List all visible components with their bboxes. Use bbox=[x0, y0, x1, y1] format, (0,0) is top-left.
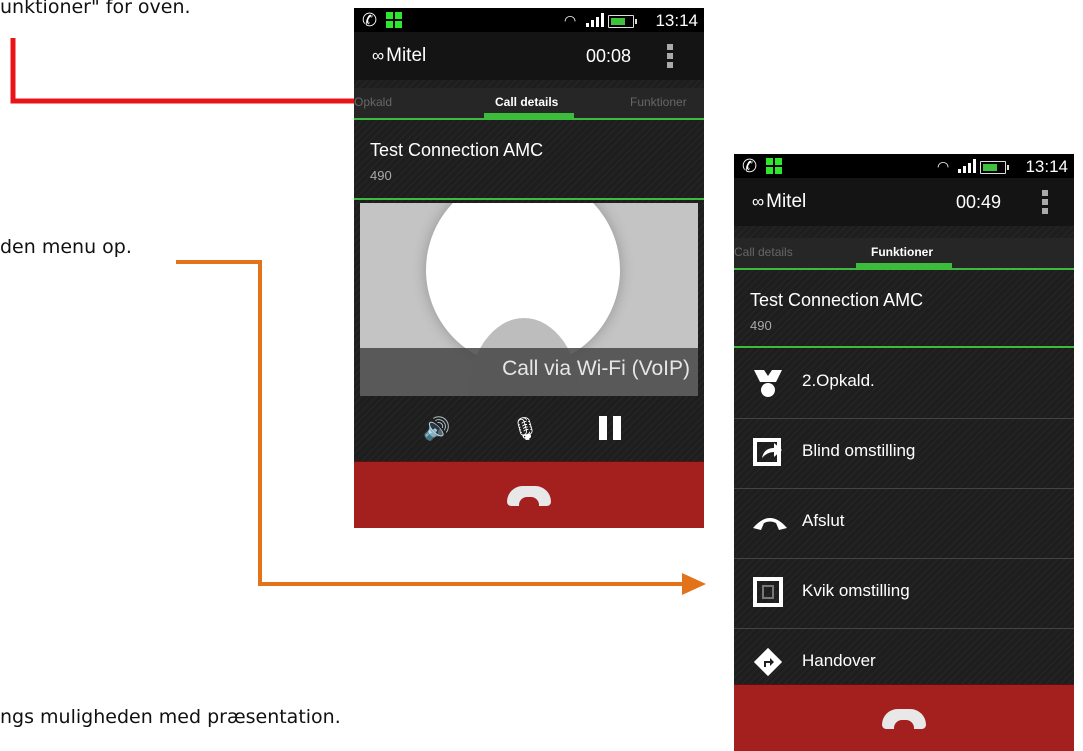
blind-transfer-icon bbox=[752, 436, 784, 468]
wifi-icon: ◠ bbox=[937, 158, 950, 174]
app-grid-icon bbox=[766, 158, 782, 174]
contact-name: Test Connection AMC bbox=[370, 140, 544, 160]
hangup-icon bbox=[752, 506, 787, 538]
battery-icon bbox=[608, 15, 637, 28]
function-label: Blind omstilling bbox=[802, 441, 916, 460]
contact-name: Test Connection AMC bbox=[750, 290, 924, 310]
orange-arrowhead bbox=[682, 573, 706, 595]
overflow-menu-icon[interactable] bbox=[1042, 190, 1048, 217]
mute-mic-icon[interactable]: 🎙 bbox=[510, 414, 540, 444]
status-bar: ✆ ◠ 13:14 bbox=[354, 8, 704, 32]
phone-screen-call-details: ✆ ◠ 13:14 ∞ Mitel 00:08 Opkald Call detai… bbox=[354, 8, 704, 528]
end-call-icon bbox=[882, 708, 926, 729]
phone-icon: ✆ bbox=[362, 10, 378, 30]
tab-call-details[interactable]: Call details bbox=[734, 245, 793, 259]
contact-info: Test Connection AMC 490 bbox=[734, 276, 1074, 348]
function-label: Kvik omstilling bbox=[802, 581, 910, 600]
function-item-hangup[interactable]: Afslut bbox=[734, 488, 1074, 559]
phone-icon: ✆ bbox=[742, 156, 758, 176]
connection-banner: Call via Wi-Fi (VoIP) bbox=[360, 348, 698, 396]
call-timer: 00:49 bbox=[956, 192, 1002, 212]
end-call-button[interactable] bbox=[354, 461, 704, 528]
contact-number: 490 bbox=[370, 168, 392, 183]
contact-info: Test Connection AMC 490 bbox=[354, 126, 704, 200]
overflow-menu-icon[interactable] bbox=[667, 44, 673, 71]
mitel-logo: ∞ Mitel bbox=[372, 45, 427, 66]
wifi-icon: ◠ bbox=[564, 12, 577, 28]
call-controls: 🔊 🎙 bbox=[354, 398, 704, 460]
pause-icon[interactable] bbox=[595, 414, 625, 444]
handover-icon bbox=[752, 646, 784, 678]
status-time: 13:14 bbox=[655, 11, 698, 30]
function-item-second-call[interactable]: 2.Opkald. bbox=[734, 348, 1074, 419]
function-label: Handover bbox=[802, 651, 876, 670]
contact-number: 490 bbox=[750, 318, 772, 333]
status-time: 13:14 bbox=[1025, 157, 1068, 176]
phone-screen-functions: ✆ ◠ 13:14 ∞ Mitel 00:49 Call details Funk… bbox=[734, 154, 1074, 751]
end-call-button[interactable] bbox=[734, 684, 1074, 751]
active-tab-indicator bbox=[484, 113, 574, 118]
battery-icon bbox=[980, 161, 1009, 174]
tab-funktioner[interactable]: Funktioner bbox=[871, 245, 933, 259]
document-text-line: ngs muligheden med præsentation. bbox=[0, 706, 341, 728]
tab-opkald[interactable]: Opkald bbox=[354, 95, 392, 109]
tab-bar: Call details Funktioner bbox=[734, 238, 1074, 270]
tab-bar: Opkald Call details Funktioner bbox=[354, 88, 704, 120]
app-bar: ∞ Mitel 00:49 bbox=[734, 178, 1074, 226]
active-tab-indicator bbox=[856, 263, 952, 268]
status-bar: ✆ ◠ 13:14 bbox=[734, 154, 1074, 178]
function-item-blind-transfer[interactable]: Blind omstilling bbox=[734, 418, 1074, 489]
caller-avatar: Call via Wi-Fi (VoIP) bbox=[360, 203, 698, 396]
function-label: Afslut bbox=[802, 511, 845, 530]
speaker-icon[interactable]: 🔊 bbox=[422, 414, 452, 444]
end-call-icon bbox=[507, 485, 551, 506]
app-grid-icon bbox=[386, 12, 402, 28]
mitel-logo: ∞ Mitel bbox=[752, 191, 807, 212]
signal-icon bbox=[958, 158, 976, 173]
call-timer: 00:08 bbox=[586, 46, 632, 66]
tab-funktioner[interactable]: Funktioner bbox=[630, 95, 687, 109]
function-item-quick-transfer[interactable]: Kvik omstilling bbox=[734, 558, 1074, 629]
signal-icon bbox=[586, 12, 604, 27]
quick-transfer-icon bbox=[752, 576, 784, 608]
function-label: 2.Opkald. bbox=[802, 371, 875, 390]
document-text-line: den menu op. bbox=[0, 236, 132, 258]
second-call-icon bbox=[752, 366, 784, 398]
tab-call-details[interactable]: Call details bbox=[495, 95, 558, 109]
document-text-line: unktioner" for oven. bbox=[0, 0, 191, 18]
app-bar: ∞ Mitel 00:08 bbox=[354, 32, 704, 80]
